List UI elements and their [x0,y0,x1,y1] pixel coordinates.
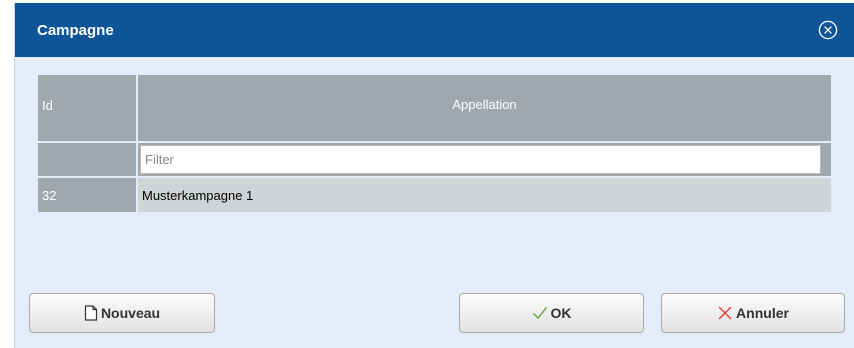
cross-icon [717,305,733,321]
table-row-appellation-cell[interactable]: Musterkampagne 1 [138,178,831,212]
filter-cell [138,143,831,176]
campaign-dialog: Campagne Id Appellation 32 Musterkampagn… [14,3,854,348]
table-row-id-cell[interactable]: 32 [38,178,136,212]
cancel-button[interactable]: Annuler [661,293,845,333]
column-header-id[interactable]: Id [38,75,136,141]
filter-input[interactable] [140,145,821,174]
dialog-titlebar: Campagne [15,3,854,57]
row-id-value: 32 [42,188,57,203]
ok-button[interactable]: OK [459,293,644,333]
filter-id-cell [38,143,136,176]
ok-button-label: OK [550,305,572,321]
column-header-appellation[interactable]: Appellation [138,75,831,141]
dialog-title: Campagne [37,22,114,39]
row-appellation-value: Musterkampagne 1 [142,188,254,203]
column-header-appellation-label: Appellation [452,97,517,112]
document-icon [84,305,98,321]
column-header-id-label: Id [42,98,53,113]
new-button-label: Nouveau [100,305,161,321]
cancel-button-label: Annuler [736,305,789,321]
check-icon [532,306,548,320]
new-button[interactable]: Nouveau [29,293,215,333]
close-circle-icon [818,20,838,40]
close-button[interactable] [818,20,838,40]
